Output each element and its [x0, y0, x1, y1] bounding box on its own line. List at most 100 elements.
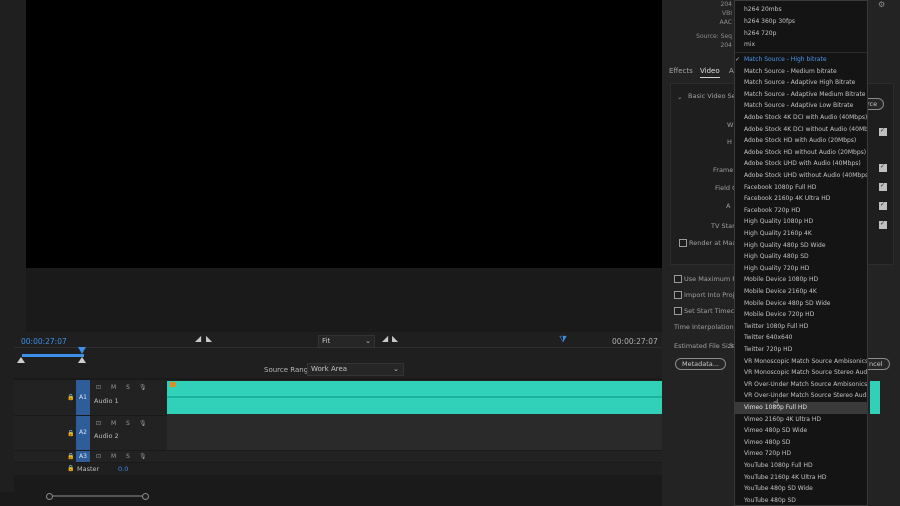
preset-option[interactable]: YouTube 480p SD: [735, 495, 867, 505]
preset-dropdown-list[interactable]: h264 20mbs h264 360p 30fps h264 720p mix…: [734, 0, 868, 506]
preset-option[interactable]: Vimeo 480p SD: [735, 437, 867, 449]
mark-out-right-icon[interactable]: ◣: [392, 334, 398, 343]
preset-option[interactable]: YouTube 1080p Full HD: [735, 460, 867, 472]
field-order-checkbox[interactable]: [879, 182, 887, 191]
preset-option[interactable]: h264 360p 30fps: [735, 16, 867, 28]
tab-effects[interactable]: Effects: [669, 67, 693, 75]
preset-option[interactable]: Adobe Stock UHD with Audio (40Mbps): [735, 158, 867, 170]
width-match-checkbox[interactable]: [879, 127, 887, 136]
lock-icon[interactable]: 🔒: [67, 430, 74, 437]
preset-option[interactable]: Match Source - Adaptive Low Bitrate: [735, 100, 867, 112]
mute-button[interactable]: M: [111, 420, 116, 427]
preset-option[interactable]: Vimeo 480p SD Wide: [735, 425, 867, 437]
program-monitor-preview[interactable]: [26, 0, 662, 268]
mic-icon[interactable]: 🎙: [139, 384, 147, 391]
frame-rate-checkbox[interactable]: [879, 163, 887, 172]
mic-icon[interactable]: 🎙: [139, 420, 147, 427]
import-project-checkbox[interactable]: [674, 291, 682, 299]
metadata-button[interactable]: Metadata...: [675, 358, 726, 370]
mic-icon[interactable]: 🎙: [139, 453, 147, 460]
preset-option[interactable]: Adobe Stock UHD without Audio (40Mbps): [735, 170, 867, 182]
preset-option[interactable]: Mobile Device 1080p HD: [735, 274, 867, 286]
solo-button[interactable]: S: [126, 420, 130, 427]
lock-icon[interactable]: 🔒: [67, 465, 74, 472]
preset-option-selected[interactable]: ✓ Match Source - High bitrate: [735, 54, 867, 66]
preset-option[interactable]: VR Monoscopic Match Source Ambisonics: [735, 356, 867, 368]
aspect-checkbox[interactable]: [879, 201, 887, 210]
mute-button[interactable]: M: [111, 384, 116, 391]
solo-button[interactable]: S: [126, 453, 130, 460]
file-size-value: 3: [729, 342, 734, 350]
track-target-a2[interactable]: A2: [76, 416, 90, 450]
preset-option[interactable]: High Quality 2160p 4K: [735, 228, 867, 240]
sync-lock-icon[interactable]: ⊡: [96, 420, 101, 427]
preset-option[interactable]: Facebook 2160p 4K Ultra HD: [735, 193, 867, 205]
preset-option[interactable]: Match Source - Medium bitrate: [735, 66, 867, 78]
mark-in-icon[interactable]: ◢: [195, 334, 201, 343]
mute-button[interactable]: M: [111, 453, 116, 460]
master-volume[interactable]: 0.0: [118, 465, 128, 473]
preset-option[interactable]: High Quality 480p SD: [735, 251, 867, 263]
preset-option[interactable]: Vimeo 2160p 4K Ultra HD: [735, 414, 867, 426]
preset-option[interactable]: Mobile Device 720p HD: [735, 309, 867, 321]
lock-icon[interactable]: 🔒: [67, 394, 74, 401]
preset-option[interactable]: Mobile Device 480p SD Wide: [735, 298, 867, 310]
source-range-select[interactable]: Work Area ⌄: [307, 363, 404, 376]
preset-option[interactable]: Twitter 720p HD: [735, 344, 867, 356]
sync-lock-icon[interactable]: ⊡: [96, 453, 101, 460]
audio-1-waveform-clip[interactable]: [167, 381, 662, 414]
preset-option[interactable]: VR Over-Under Match Source Ambisonics: [735, 379, 867, 391]
audio-2-clip-area[interactable]: [167, 414, 662, 450]
use-max-render-checkbox[interactable]: [674, 275, 682, 283]
zoom-fit-select[interactable]: Fit ⌄: [318, 335, 375, 348]
preset-option[interactable]: Adobe Stock HD with Audio (20Mbps): [735, 135, 867, 147]
preset-option[interactable]: VR Monoscopic Match Source Stereo Audio: [735, 367, 867, 379]
preset-option-label: Match Source - High bitrate: [744, 56, 827, 63]
track-target-a3[interactable]: A3: [76, 451, 90, 462]
sync-lock-icon[interactable]: ⊡: [96, 384, 101, 391]
out-point-marker[interactable]: [78, 357, 86, 363]
render-max-checkbox[interactable]: [679, 239, 687, 247]
preset-option[interactable]: YouTube 2160p 4K Ultra HD: [735, 472, 867, 484]
preset-option[interactable]: High Quality 1080p HD: [735, 216, 867, 228]
preset-option[interactable]: Twitter 640x640: [735, 332, 867, 344]
solo-button[interactable]: S: [126, 384, 130, 391]
preset-option[interactable]: YouTube 480p SD Wide: [735, 483, 867, 495]
frame-rate-label: Frame: [713, 166, 734, 174]
preset-option[interactable]: VR Over-Under Match Source Stereo Audio: [735, 390, 867, 402]
preset-option[interactable]: Match Source - Adaptive Medium Bitrate: [735, 89, 867, 101]
scroll-handle-right[interactable]: [142, 493, 149, 500]
settings-icon[interactable]: ⚙: [878, 0, 885, 9]
tv-standard-checkbox[interactable]: [879, 220, 887, 229]
preset-option[interactable]: Vimeo 1080p Full HD: [735, 402, 867, 414]
scroll-handle-left[interactable]: [46, 493, 53, 500]
track-target-a1[interactable]: A1: [76, 380, 90, 415]
filter-icon[interactable]: ⧩: [559, 335, 567, 345]
preset-option[interactable]: Facebook 1080p Full HD: [735, 182, 867, 194]
preset-option[interactable]: Adobe Stock 4K DCI without Audio (40Mbps…: [735, 124, 867, 136]
preset-option[interactable]: Facebook 720p HD: [735, 205, 867, 217]
preset-option[interactable]: Match Source - Adaptive High Bitrate: [735, 77, 867, 89]
tab-video[interactable]: Video: [700, 67, 720, 78]
preset-option[interactable]: Twitter 1080p Full HD: [735, 321, 867, 333]
preset-option[interactable]: h264 720p: [735, 28, 867, 40]
work-area-range[interactable]: [22, 354, 84, 357]
set-start-tc-checkbox[interactable]: [674, 307, 682, 315]
preset-option[interactable]: High Quality 480p SD Wide: [735, 240, 867, 252]
collapse-icon[interactable]: ⌄: [677, 93, 682, 101]
playhead[interactable]: [78, 347, 86, 354]
preset-option[interactable]: High Quality 720p HD: [735, 263, 867, 275]
lock-icon[interactable]: 🔒: [67, 453, 74, 460]
preset-option[interactable]: Adobe Stock 4K DCI with Audio (40Mbps): [735, 112, 867, 124]
mark-in-right-icon[interactable]: ◢: [382, 334, 388, 343]
in-point-marker[interactable]: [17, 357, 25, 363]
preset-option[interactable]: Vimeo 720p HD: [735, 448, 867, 460]
mark-out-icon[interactable]: ◣: [206, 334, 212, 343]
preset-option[interactable]: Adobe Stock HD without Audio (20Mbps): [735, 147, 867, 159]
preset-option[interactable]: Mobile Device 2160p 4K: [735, 286, 867, 298]
preset-option[interactable]: h264 20mbs: [735, 4, 867, 16]
preset-option[interactable]: mix: [735, 39, 867, 51]
timeline-zoom-scrollbar[interactable]: [46, 493, 149, 500]
current-timecode[interactable]: 00:00:27:07: [21, 337, 67, 346]
mouse-cursor-icon: ☝: [773, 398, 780, 409]
